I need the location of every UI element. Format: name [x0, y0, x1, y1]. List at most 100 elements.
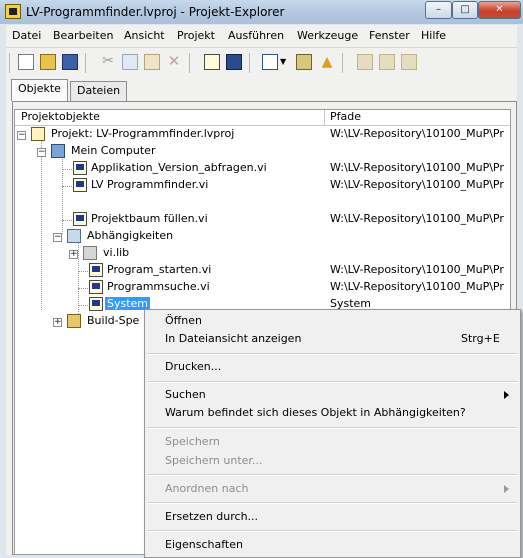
maximize-button[interactable]: □ [452, 1, 478, 19]
tree-item-projektbaum-fuellen[interactable]: Projektbaum füllen.vi [91, 211, 208, 227]
menu-item-ersetzen-durch[interactable]: Ersetzen durch... [165, 508, 258, 526]
column-header-paths[interactable]: Pfade [330, 110, 361, 124]
menu-separator [147, 474, 518, 476]
view-icon[interactable] [262, 54, 278, 70]
delete-icon[interactable]: ✕ [166, 54, 182, 70]
menu-item-oeffnen[interactable]: Öffnen [165, 312, 202, 330]
source-control-icon[interactable] [357, 54, 373, 70]
open-icon[interactable] [40, 54, 56, 70]
menu-ansicht[interactable]: Ansicht [124, 29, 165, 42]
menu-ausfuehren[interactable]: Ausführen [228, 29, 284, 42]
save-all-icon[interactable] [62, 54, 78, 70]
project-icon [31, 127, 45, 141]
tree-line [78, 288, 88, 289]
dropdown-icon[interactable]: ▼ [280, 54, 288, 70]
menu-item-in-dateiansicht-anzeigen[interactable]: In Dateiansicht anzeigen [165, 330, 301, 348]
collapse-toggle[interactable]: − [17, 131, 26, 140]
submenu-arrow-icon [504, 485, 509, 493]
vi-icon [89, 297, 103, 311]
vi-icon [89, 280, 103, 294]
vi-icon [73, 178, 87, 192]
submenu-arrow-icon [504, 391, 509, 399]
toolbar-separator [85, 53, 86, 73]
minimize-button[interactable]: – [425, 1, 452, 19]
menu-hilfe[interactable]: Hilfe [421, 29, 446, 42]
menu-item-anordnen-nach: Anordnen nach [165, 482, 249, 495]
build-spec-icon[interactable] [226, 54, 242, 70]
column-header-items[interactable]: Projektobjekte [21, 110, 100, 124]
tree-item-project[interactable]: Projekt: LV-Programmfinder.lvproj [51, 126, 234, 142]
menu-item-warum-in-abhaengigkeiten[interactable]: Warum befindet sich dieses Objekt in Abh… [165, 404, 466, 422]
path-lv-programmfinder: W:\LV-Repository\10100_MuP\Pr [330, 178, 504, 191]
tree-item-build-spezifikationen[interactable]: Build-Spe [87, 313, 139, 329]
collapse-toggle[interactable]: − [53, 233, 62, 242]
tree-item-lv-programmfinder[interactable]: LV Programmfinder.vi [91, 177, 208, 193]
menu-bar: Datei Bearbeiten Ansicht Projekt Ausführ… [6, 25, 517, 47]
tree-line [62, 220, 72, 221]
path-applikation-version: W:\LV-Repository\10100_MuP\Pr [330, 161, 504, 174]
toolbar-separator [342, 53, 343, 73]
cut-icon[interactable]: ✂ [100, 54, 116, 70]
tree-item-vi-lib[interactable]: vi.lib [103, 245, 129, 261]
copy-icon[interactable] [122, 54, 138, 70]
expand-toggle[interactable]: + [53, 318, 62, 327]
menu-separator [147, 530, 518, 532]
tree-item-applikation-version[interactable]: Applikation_Version_abfragen.vi [91, 160, 267, 176]
path-programmsuche: W:\LV-Repository\10100_MuP\Pr [330, 280, 504, 293]
menu-werkzeuge[interactable]: Werkzeuge [297, 29, 358, 42]
menu-item-suchen[interactable]: Suchen [165, 386, 206, 404]
tab-objekte[interactable]: Objekte [11, 79, 68, 101]
expand-toggle[interactable]: + [69, 250, 78, 259]
tree-line [78, 271, 88, 272]
column-divider[interactable] [324, 110, 325, 125]
toolbar-grip [9, 53, 10, 73]
resolve-icon[interactable] [296, 54, 312, 70]
menu-datei[interactable]: Datei [12, 29, 41, 42]
labview-app-icon[interactable] [5, 4, 21, 19]
collapse-toggle[interactable]: − [37, 148, 46, 157]
build-icon[interactable] [204, 54, 220, 70]
path-program-starten: W:\LV-Repository\10100_MuP\Pr [330, 263, 504, 276]
tab-dateien[interactable]: Dateien [70, 81, 128, 101]
menu-item-drucken[interactable]: Drucken... [165, 358, 221, 376]
source-control-2-icon[interactable] [379, 54, 395, 70]
menu-item-eigenschaften[interactable]: Eigenschaften [165, 536, 243, 554]
menu-projekt[interactable]: Projekt [177, 29, 215, 42]
folder-icon [83, 246, 97, 260]
window-title: LV-Programmfinder.lvproj - Projekt-Explo… [26, 5, 285, 19]
toolbar: ✂ ✕ ▼ ▲ [6, 47, 517, 77]
menu-separator [147, 427, 518, 429]
context-menu: Öffnen In Dateiansicht anzeigen Strg+E D… [144, 309, 521, 558]
warning-icon[interactable]: ▲ [319, 54, 335, 70]
tree-line [62, 186, 72, 187]
vi-icon [89, 263, 103, 277]
tree-item-program-starten[interactable]: Program_starten.vi [107, 262, 211, 278]
source-control-3-icon[interactable] [401, 54, 417, 70]
tree-item-mein-computer[interactable]: Mein Computer [71, 143, 155, 159]
menu-separator [147, 502, 518, 504]
vi-icon [73, 161, 87, 175]
vi-icon [73, 212, 87, 226]
menu-bearbeiten[interactable]: Bearbeiten [53, 29, 113, 42]
menu-separator [147, 353, 518, 355]
menu-separator [147, 381, 518, 383]
menu-fenster[interactable]: Fenster [369, 29, 410, 42]
tree-line [62, 169, 72, 170]
tree-line [62, 152, 63, 234]
tree-item-programmsuche[interactable]: Programmsuche.vi [107, 279, 210, 295]
tree-line [41, 136, 42, 310]
menu-item-speichern-unter: Speichern unter... [165, 454, 263, 467]
paste-icon[interactable] [144, 54, 160, 70]
toolbar-separator [189, 53, 190, 73]
close-button[interactable]: ✕ [478, 1, 521, 19]
tree-line [78, 238, 79, 318]
dependencies-icon [67, 229, 81, 243]
tree-line [78, 305, 88, 306]
build-specs-icon [67, 314, 81, 328]
shortcut-strg-e: Strg+E [461, 332, 500, 345]
tree-item-abhaengigkeiten[interactable]: Abhängigkeiten [87, 228, 173, 244]
path-projektbaum-fuellen: W:\LV-Repository\10100_MuP\Pr [330, 212, 504, 225]
computer-icon [51, 144, 65, 158]
new-icon[interactable] [18, 54, 34, 70]
title-bar[interactable]: LV-Programmfinder.lvproj - Projekt-Explo… [0, 0, 523, 24]
